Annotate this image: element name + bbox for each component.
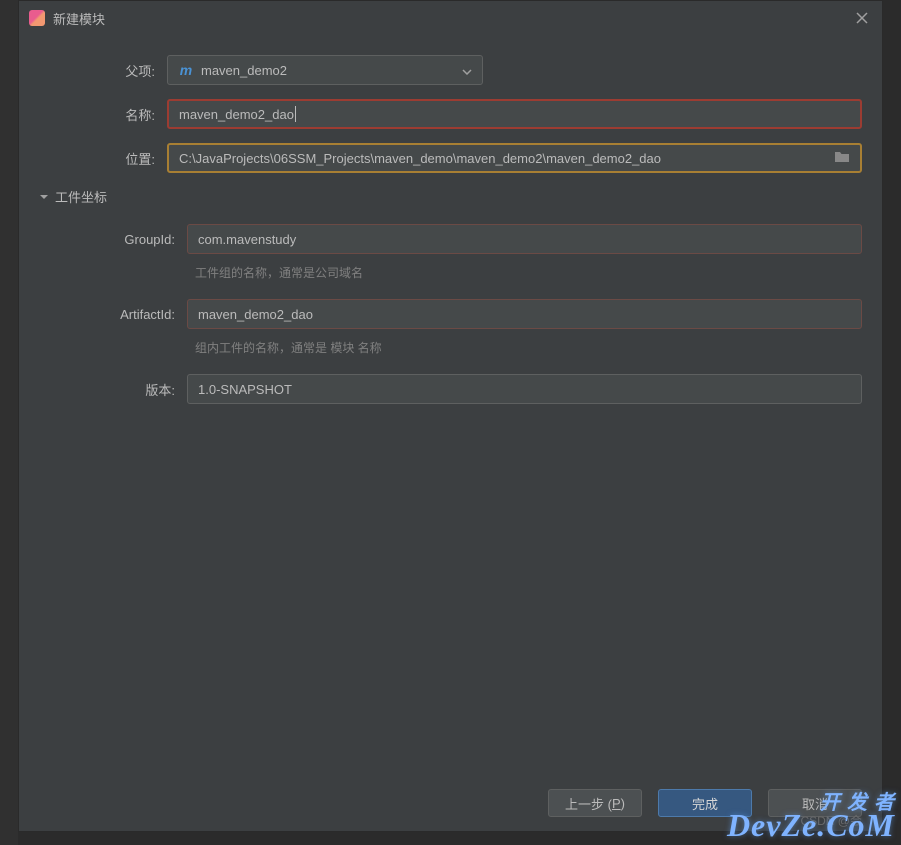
location-value: C:\JavaProjects\06SSM_Projects\maven_dem… [179,151,826,166]
new-module-dialog: 新建模块 父项: m maven_demo2 名称: maven_de [18,0,883,832]
artifactid-value: maven_demo2_dao [198,307,313,322]
location-label: 位置: [47,149,167,168]
groupid-hint-row: 工件组的名称，通常是公司域名 [47,264,862,281]
folder-icon[interactable] [826,150,850,167]
groupid-hint: 工件组的名称，通常是公司域名 [195,264,363,281]
version-input[interactable]: 1.0-SNAPSHOT [187,374,862,404]
background-editor-fragment [0,0,18,845]
dialog-content: 父项: m maven_demo2 名称: maven_demo2_dao [19,35,882,775]
coordinates-section-row: 工件坐标 [47,187,862,206]
parent-dropdown[interactable]: m maven_demo2 [167,55,483,85]
version-label: 版本: [47,380,187,399]
groupid-row: GroupId: com.mavenstudy [47,224,862,254]
parent-row: 父项: m maven_demo2 [47,55,862,85]
dialog-title: 新建模块 [53,9,852,28]
dialog-button-bar: 上一步 (P) 完成 取消 CSDN @会 [19,775,882,831]
name-value: maven_demo2_dao [179,107,294,122]
coordinates-section-label: 工件坐标 [55,187,107,206]
artifactid-input[interactable]: maven_demo2_dao [187,299,862,329]
close-icon[interactable] [852,8,872,28]
groupid-value: com.mavenstudy [198,232,296,247]
dialog-titlebar: 新建模块 [19,1,882,35]
finish-button[interactable]: 完成 [658,789,752,817]
artifactid-hint: 组内工件的名称，通常是 模块 名称 [195,339,382,356]
location-row: 位置: C:\JavaProjects\06SSM_Projects\maven… [47,143,862,173]
name-label: 名称: [47,105,167,124]
artifactid-row: ArtifactId: maven_demo2_dao [47,299,862,329]
csdn-watermark: CSDN @会 [800,812,862,829]
name-row: 名称: maven_demo2_dao [47,99,862,129]
intellij-icon [29,10,45,26]
coordinates-section-header[interactable]: 工件坐标 [39,187,107,206]
text-cursor [295,106,296,122]
groupid-label: GroupId: [47,232,187,247]
name-input[interactable]: maven_demo2_dao [167,99,862,129]
artifactid-label: ArtifactId: [47,307,187,322]
chevron-down-icon [462,63,472,78]
location-input[interactable]: C:\JavaProjects\06SSM_Projects\maven_dem… [167,143,862,173]
maven-icon: m [178,62,194,78]
artifactid-hint-row: 组内工件的名称，通常是 模块 名称 [47,339,862,356]
chevron-down-icon [39,189,49,204]
parent-label: 父项: [47,61,167,80]
version-value: 1.0-SNAPSHOT [198,382,292,397]
previous-button[interactable]: 上一步 (P) [548,789,642,817]
version-row: 版本: 1.0-SNAPSHOT [47,374,862,404]
groupid-input[interactable]: com.mavenstudy [187,224,862,254]
parent-value: maven_demo2 [201,63,462,78]
